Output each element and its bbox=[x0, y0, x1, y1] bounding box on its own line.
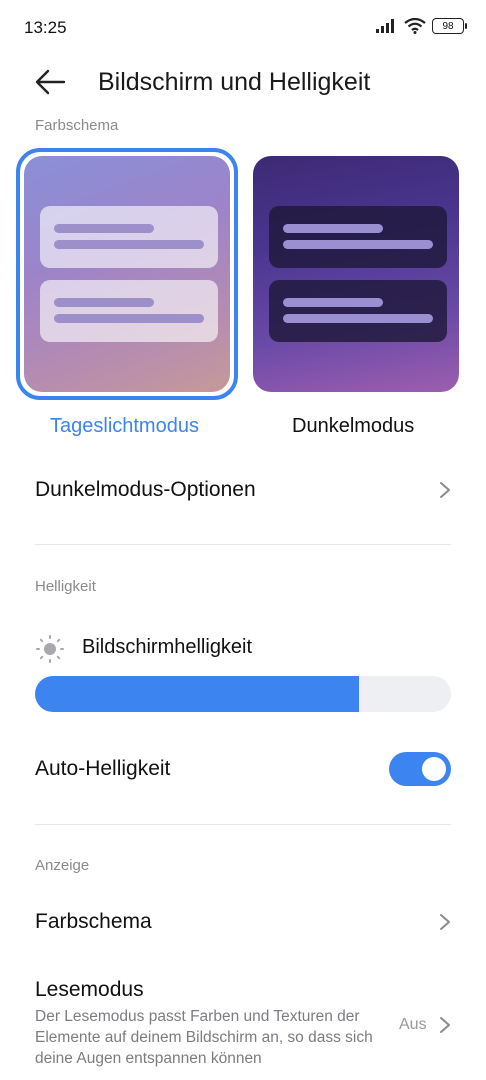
reading-mode-description: Der Lesemodus passt Farben und Texturen … bbox=[35, 1008, 373, 1067]
status-icons: 98 bbox=[376, 18, 467, 34]
wifi-icon bbox=[404, 18, 426, 34]
color-scheme-row[interactable]: Farbschema bbox=[35, 910, 152, 934]
screen-brightness-label: Bildschirmhelligkeit bbox=[82, 636, 253, 658]
header: Bildschirm und Helligkeit bbox=[0, 60, 486, 106]
brightness-slider-fill bbox=[35, 676, 360, 712]
preview-item bbox=[269, 280, 447, 342]
chevron-right-icon[interactable] bbox=[439, 913, 451, 931]
dark-mode-options-row[interactable]: Dunkelmodus-Optionen bbox=[35, 478, 256, 502]
dark-mode-card[interactable] bbox=[253, 156, 459, 392]
sun-icon bbox=[36, 635, 64, 663]
preview-item bbox=[40, 280, 218, 342]
reading-mode-value: Aus bbox=[399, 1016, 427, 1033]
signal-icon bbox=[376, 19, 394, 33]
dark-mode-label[interactable]: Dunkelmodus bbox=[292, 415, 414, 438]
auto-brightness-toggle[interactable] bbox=[389, 752, 451, 786]
divider bbox=[35, 824, 451, 825]
toggle-knob bbox=[422, 757, 446, 781]
preview-item bbox=[40, 206, 218, 268]
section-label-anzeige: Anzeige bbox=[35, 857, 90, 874]
reading-mode-title[interactable]: Lesemodus bbox=[35, 978, 144, 1002]
auto-brightness-label: Auto-Helligkeit bbox=[35, 757, 171, 780]
status-time: 13:25 bbox=[24, 18, 67, 37]
battery-icon: 98 bbox=[432, 18, 467, 34]
daylight-mode-label[interactable]: Tageslichtmodus bbox=[50, 415, 199, 438]
chevron-right-icon[interactable] bbox=[439, 481, 451, 499]
brightness-slider[interactable] bbox=[35, 676, 451, 712]
status-bar: 13:25 98 bbox=[0, 0, 486, 56]
divider bbox=[35, 544, 451, 545]
page-title: Bildschirm und Helligkeit bbox=[98, 68, 371, 96]
back-arrow-icon[interactable] bbox=[34, 68, 66, 96]
section-label-helligkeit: Helligkeit bbox=[35, 578, 96, 595]
section-label-farbschema: Farbschema bbox=[35, 117, 119, 134]
preview-item bbox=[269, 206, 447, 268]
battery-level: 98 bbox=[442, 20, 454, 32]
chevron-right-icon[interactable] bbox=[439, 1016, 451, 1034]
daylight-mode-card[interactable] bbox=[24, 156, 230, 392]
